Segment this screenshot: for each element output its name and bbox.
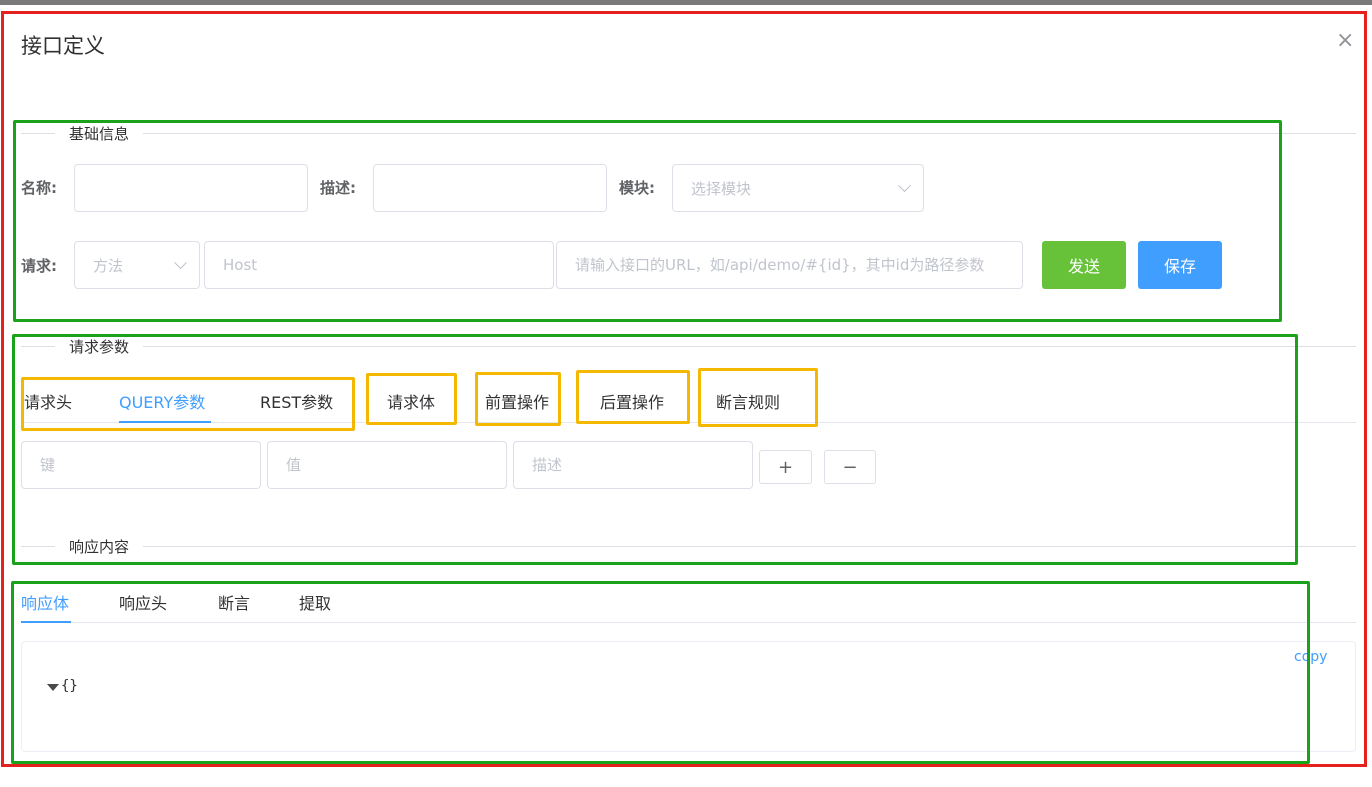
- annotation-box-request-params: [12, 334, 1298, 565]
- annotation-box-param-tabs: [21, 377, 355, 431]
- annotation-box-post-tab: [576, 370, 690, 424]
- annotation-box-pre-tab: [475, 372, 561, 426]
- annotation-box-assert-tab: [698, 368, 818, 427]
- annotation-box-body-tab: [366, 373, 457, 425]
- annotation-box-basic: [13, 120, 1282, 322]
- window-top-bar: [0, 0, 1372, 5]
- annotation-box-response: [11, 581, 1310, 764]
